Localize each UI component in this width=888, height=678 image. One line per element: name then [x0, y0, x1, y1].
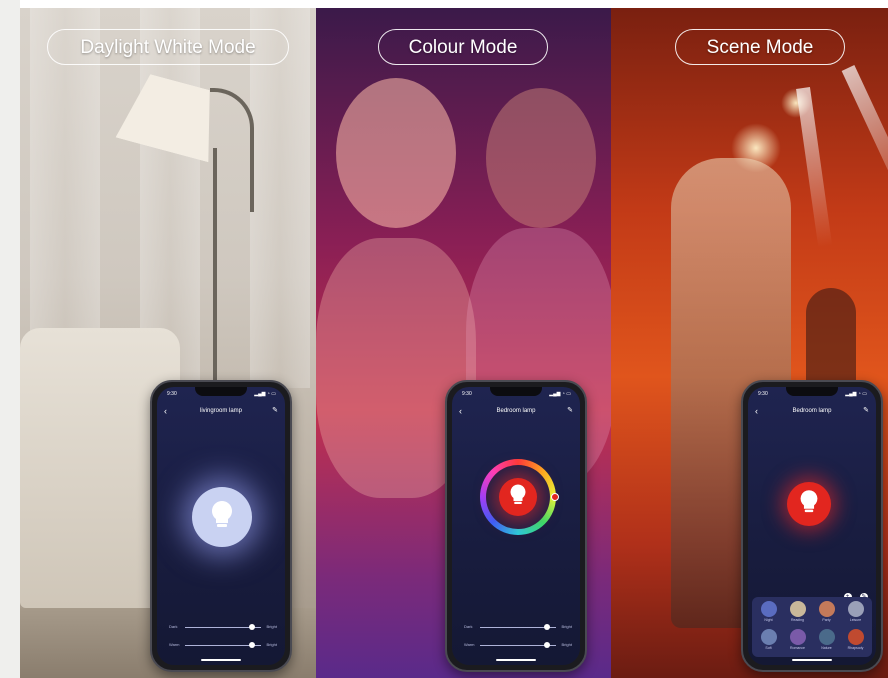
person [336, 78, 456, 228]
colour-mode-label: Colour Mode [378, 29, 548, 65]
promo-banner: Daylight White Mode Colour Mode Scene Mo… [0, 0, 888, 678]
curtain [250, 8, 310, 388]
bulb-power-button[interactable] [192, 487, 252, 547]
person [486, 88, 596, 228]
scene-name: Soft [765, 646, 772, 650]
scene-thumbnail [760, 629, 777, 645]
scene-thumbnail [818, 629, 835, 645]
scene-item[interactable]: Nature [812, 629, 841, 653]
slider-min-label: Warm [464, 642, 475, 647]
scene-item[interactable]: Rhapsody [841, 629, 870, 653]
home-indicator [792, 659, 832, 661]
warmth-slider[interactable]: Warm Bright [169, 641, 277, 649]
scene-mode-label: Scene Mode [675, 29, 845, 65]
scene-item[interactable]: Reading [783, 601, 812, 625]
brightness-slider[interactable]: Dark Bright [464, 623, 572, 631]
app-screen: 9:30 ▂▄▆ ◔ ▭ ‹ livingroom lamp ✎ Dark Br… [157, 387, 285, 665]
brightness-slider[interactable]: Dark Bright [169, 623, 277, 631]
slider-min-label: Dark [169, 624, 178, 629]
status-time: 9:30 [758, 391, 768, 397]
slider-min-label: Warm [169, 642, 180, 647]
scene-thumbnail [789, 629, 806, 645]
phone-colour: 9:30 ▂▄▆ ◔ ▭ ‹ Bedroom lamp ✎ Dark Brigh… [445, 380, 587, 672]
scene-thumbnail [847, 629, 864, 645]
lightbulb-icon [508, 483, 528, 511]
home-indicator [201, 659, 241, 661]
scene-item[interactable]: Soft [754, 629, 783, 653]
status-time: 9:30 [462, 391, 472, 397]
device-title: Bedroom lamp [792, 408, 832, 414]
slider-knob[interactable] [248, 642, 255, 648]
scene-name: Rhapsody [847, 646, 864, 650]
left-margin [0, 0, 20, 678]
app-screen: 9:30 ▂▄▆ ◔ ▭ ‹ Bedroom lamp ✎ Dark Brigh… [452, 387, 580, 665]
scene-thumbnail [847, 601, 864, 617]
scene-item[interactable]: Night [754, 601, 783, 625]
bulb-power-button[interactable] [787, 482, 831, 526]
app-nav-bar: ‹ Bedroom lamp ✎ [452, 403, 580, 419]
daylight-mode-label: Daylight White Mode [47, 29, 289, 65]
scene-name: Party [822, 618, 831, 622]
scene-name: Romance [790, 646, 805, 650]
app-nav-bar: ‹ livingroom lamp ✎ [157, 403, 285, 419]
app-screen: 9:30 ▂▄▆ ◔ ▭ ‹ Bedroom lamp ✎ + ✎ Night … [748, 387, 876, 665]
edit-icon[interactable]: ✎ [863, 403, 869, 419]
phone-scene: 9:30 ▂▄▆ ◔ ▭ ‹ Bedroom lamp ✎ + ✎ Night … [741, 380, 883, 672]
bulb-power-button[interactable] [499, 478, 537, 516]
phone-daylight: 9:30 ▂▄▆ ◔ ▭ ‹ livingroom lamp ✎ Dark Br… [150, 380, 292, 672]
color-picker-knob[interactable] [551, 493, 559, 501]
slider-max-label: Bright [561, 624, 572, 629]
scene-name: Reading [790, 618, 805, 622]
top-margin [0, 0, 888, 8]
slider-max-label: Bright [266, 642, 277, 647]
warmth-slider[interactable]: Warm Bright [464, 641, 572, 649]
home-indicator [496, 659, 536, 661]
scene-name: Leisure [849, 618, 862, 622]
color-wheel[interactable] [480, 459, 559, 535]
device-title: Bedroom lamp [496, 408, 536, 414]
lightbulb-icon [209, 499, 235, 535]
status-icons: ▂▄▆ ◔ ▭ [254, 391, 276, 397]
scene-item[interactable]: Party [812, 601, 841, 625]
slider-knob[interactable] [248, 624, 255, 630]
slider-max-label: Bright [561, 642, 572, 647]
notch [490, 387, 542, 396]
scene-grid: Night Reading Party Leisure Soft Romance… [752, 597, 872, 657]
device-title: livingroom lamp [199, 408, 242, 414]
edit-icon[interactable]: ✎ [272, 403, 278, 419]
slider-min-label: Dark [464, 624, 473, 629]
lightbulb-icon [798, 489, 820, 520]
edit-icon[interactable]: ✎ [567, 403, 573, 419]
scene-thumbnail [760, 601, 777, 617]
status-icons: ▂▄▆ ◔ ▭ [549, 391, 571, 397]
slider-max-label: Bright [266, 624, 277, 629]
scene-name: Nature [821, 646, 832, 650]
scene-thumbnail [818, 601, 835, 617]
status-time: 9:30 [167, 391, 177, 397]
scene-thumbnail [789, 601, 806, 617]
scene-item[interactable]: Romance [783, 629, 812, 653]
light-beam [841, 65, 888, 216]
notch [786, 387, 838, 396]
light-beam [796, 87, 833, 248]
status-icons: ▂▄▆ ◔ ▭ [845, 391, 867, 397]
slider-knob[interactable] [543, 642, 550, 648]
slider-knob[interactable] [543, 624, 550, 630]
notch [195, 387, 247, 396]
scene-name: Night [764, 618, 773, 622]
app-nav-bar: ‹ Bedroom lamp ✎ [748, 403, 876, 419]
scene-item[interactable]: Leisure [841, 601, 870, 625]
